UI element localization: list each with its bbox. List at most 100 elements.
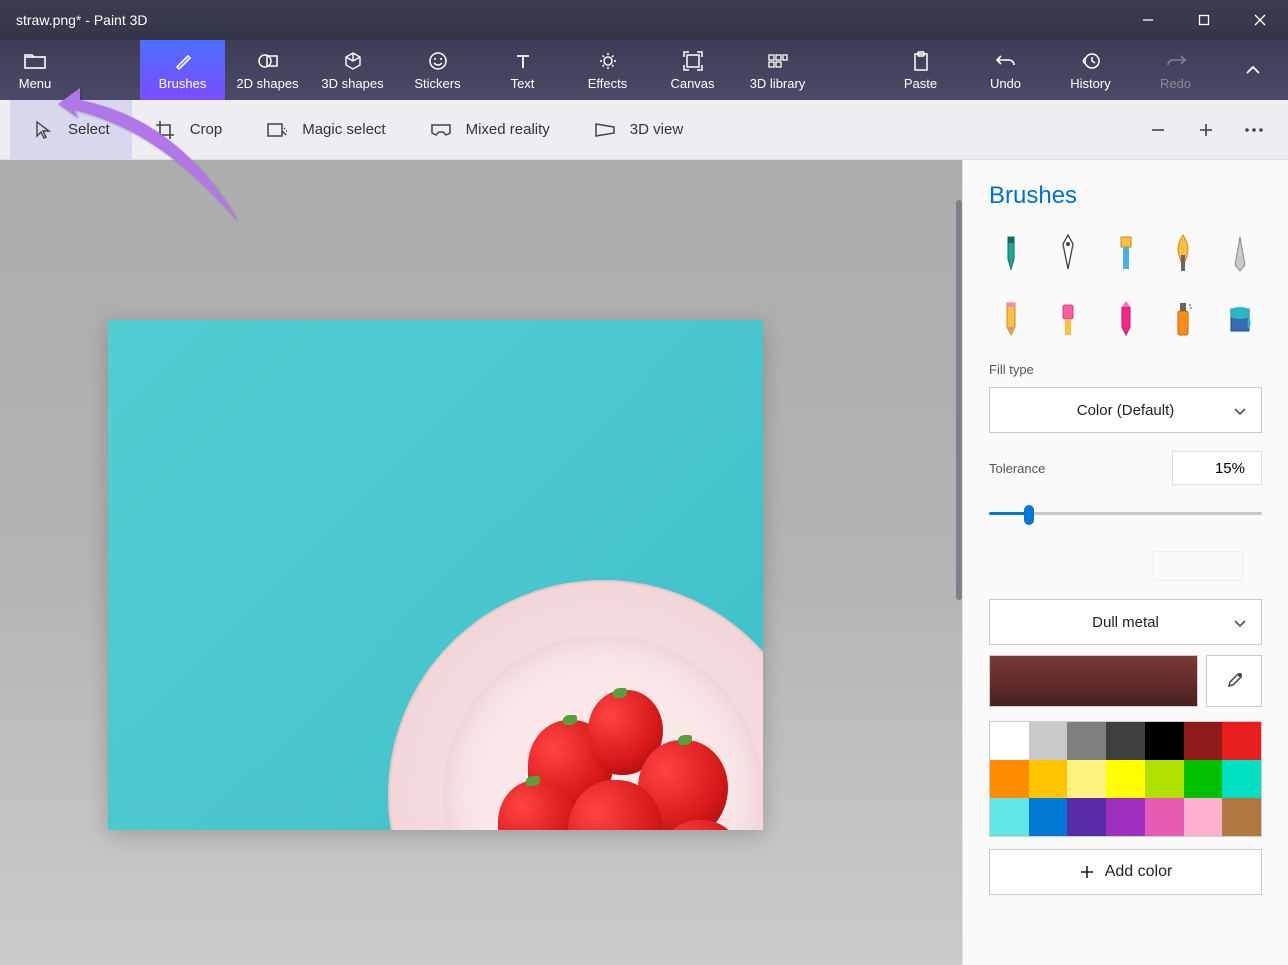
- effects-label: Effects: [588, 76, 628, 91]
- current-color-preview[interactable]: [989, 655, 1198, 707]
- canvas-image[interactable]: [108, 320, 763, 830]
- tolerance-input[interactable]: [1172, 451, 1262, 485]
- stickers-label: Stickers: [414, 76, 460, 91]
- color-swatch[interactable]: [1106, 722, 1145, 760]
- color-swatch[interactable]: [990, 722, 1029, 760]
- color-swatch[interactable]: [1222, 722, 1261, 760]
- brush-watercolor[interactable]: [1161, 228, 1205, 278]
- crop-label: Crop: [190, 121, 223, 138]
- close-button[interactable]: [1232, 0, 1288, 40]
- magic-label: Magic select: [302, 121, 385, 138]
- menu-tab[interactable]: Menu: [0, 40, 70, 100]
- sticker-icon: [428, 50, 448, 72]
- color-swatch[interactable]: [1184, 760, 1223, 798]
- color-swatch[interactable]: [1184, 798, 1223, 836]
- mr-icon: [430, 119, 452, 141]
- brush-icon: [173, 50, 193, 72]
- minimize-button[interactable]: [1120, 0, 1176, 40]
- slider-thumb[interactable]: [1024, 505, 1034, 525]
- library-icon: [767, 50, 789, 72]
- crop-tool[interactable]: Crop: [132, 100, 245, 159]
- effects-icon: [598, 50, 618, 72]
- color-swatch[interactable]: [1145, 722, 1184, 760]
- color-palette: [989, 721, 1262, 837]
- brush-crayon[interactable]: [1104, 294, 1148, 344]
- brush-oil[interactable]: [1104, 228, 1148, 278]
- sidebar-heading: Brushes: [989, 182, 1262, 210]
- magic-icon: [266, 119, 288, 141]
- brush-fill[interactable]: [1218, 294, 1262, 344]
- paste-label: Paste: [904, 76, 937, 91]
- brushes-tab[interactable]: Brushes: [140, 40, 225, 100]
- zoom-in-button[interactable]: [1182, 100, 1230, 159]
- undo-icon: [995, 50, 1017, 72]
- color-swatch[interactable]: [1029, 722, 1068, 760]
- stickers-tab[interactable]: Stickers: [395, 40, 480, 100]
- color-swatch[interactable]: [1106, 760, 1145, 798]
- undo-button[interactable]: Undo: [963, 40, 1048, 100]
- fill-type-dropdown[interactable]: Color (Default): [989, 387, 1262, 433]
- effects-tab[interactable]: Effects: [565, 40, 650, 100]
- canvas-tab[interactable]: Canvas: [650, 40, 735, 100]
- select-tool[interactable]: Select: [10, 100, 132, 159]
- color-swatch[interactable]: [1067, 760, 1106, 798]
- 3d-shapes-tab[interactable]: 3D shapes: [310, 40, 395, 100]
- fill-type-value: Color (Default): [1077, 402, 1175, 419]
- history-label: History: [1070, 76, 1110, 91]
- color-swatch[interactable]: [1106, 798, 1145, 836]
- color-swatch[interactable]: [1029, 798, 1068, 836]
- crop-icon: [154, 119, 176, 141]
- eyedropper-button[interactable]: [1206, 655, 1262, 707]
- zoom-out-button[interactable]: [1134, 100, 1182, 159]
- redo-button: Redo: [1133, 40, 1218, 100]
- magic-select-tool[interactable]: Magic select: [244, 100, 407, 159]
- 2d-shapes-tab[interactable]: 2D shapes: [225, 40, 310, 100]
- color-swatch[interactable]: [1145, 798, 1184, 836]
- vertical-scrollbar[interactable]: [956, 200, 962, 600]
- brush-spray[interactable]: [1161, 294, 1205, 344]
- ribbon: Menu Brushes 2D shapes 3D shapes Sticker…: [0, 40, 1288, 100]
- paste-button[interactable]: Paste: [878, 40, 963, 100]
- text-label: Text: [511, 76, 535, 91]
- text-tab[interactable]: Text: [480, 40, 565, 100]
- 3d-library-tab[interactable]: 3D library: [735, 40, 820, 100]
- color-swatch[interactable]: [990, 760, 1029, 798]
- mixed-reality-tool[interactable]: Mixed reality: [408, 100, 572, 159]
- color-swatch[interactable]: [990, 798, 1029, 836]
- color-swatch[interactable]: [1222, 760, 1261, 798]
- brushes-label: Brushes: [159, 76, 207, 91]
- chevron-down-icon: [1233, 614, 1247, 631]
- mixed-label: Mixed reality: [466, 121, 550, 138]
- brush-calligraphy[interactable]: [1046, 228, 1090, 278]
- opacity-value-box[interactable]: [1153, 551, 1243, 581]
- color-swatch[interactable]: [1029, 760, 1068, 798]
- cube-icon: [343, 50, 363, 72]
- brush-pixel[interactable]: [1218, 228, 1262, 278]
- folder-icon: [24, 50, 46, 72]
- canvas-viewport[interactable]: [0, 160, 962, 965]
- brush-marker[interactable]: [989, 228, 1033, 278]
- add-color-button[interactable]: Add color: [989, 849, 1262, 895]
- material-value: Dull metal: [1092, 614, 1159, 631]
- 3d-view-tool[interactable]: 3D view: [572, 100, 705, 159]
- more-button[interactable]: [1230, 100, 1278, 159]
- color-swatch[interactable]: [1222, 798, 1261, 836]
- brush-row-1: [989, 228, 1262, 278]
- text-icon: [514, 50, 532, 72]
- color-swatch[interactable]: [1184, 722, 1223, 760]
- color-swatch[interactable]: [1145, 760, 1184, 798]
- window-title: straw.png* - Paint 3D: [16, 12, 148, 28]
- color-swatch[interactable]: [1067, 798, 1106, 836]
- brush-eraser[interactable]: [1046, 294, 1090, 344]
- perspective-icon: [594, 119, 616, 141]
- tolerance-slider[interactable]: [989, 503, 1262, 523]
- plus-icon: [1079, 864, 1095, 880]
- redo-label: Redo: [1160, 76, 1191, 91]
- color-swatch[interactable]: [1067, 722, 1106, 760]
- brush-pencil[interactable]: [989, 294, 1033, 344]
- history-icon: [1081, 50, 1101, 72]
- history-button[interactable]: History: [1048, 40, 1133, 100]
- material-dropdown[interactable]: Dull metal: [989, 599, 1262, 645]
- maximize-button[interactable]: [1176, 0, 1232, 40]
- collapse-ribbon-button[interactable]: [1218, 40, 1288, 100]
